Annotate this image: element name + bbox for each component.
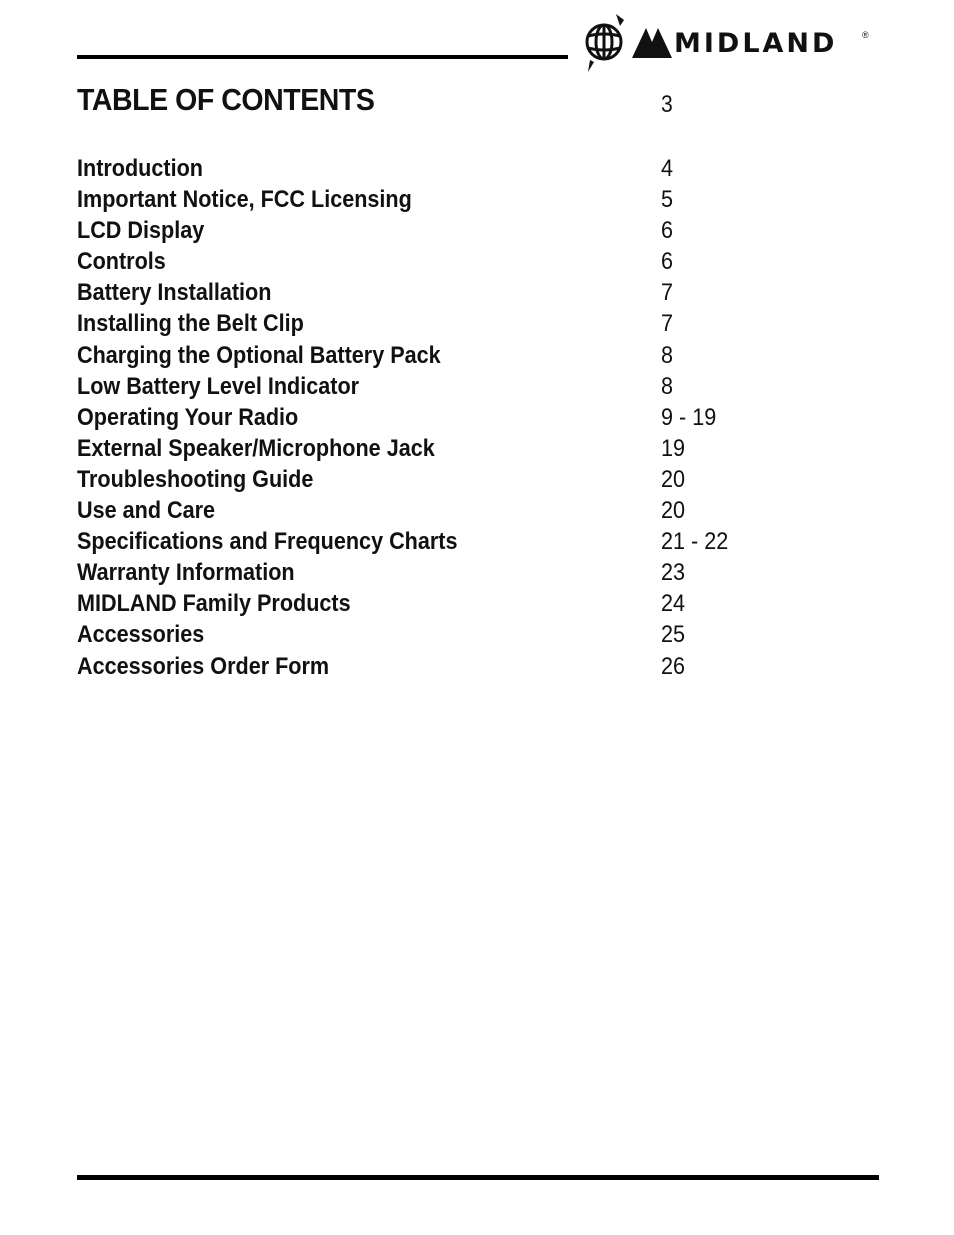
toc-entry-page: 24 xyxy=(661,590,686,618)
toc-entry-page: 21 - 22 xyxy=(661,528,729,556)
toc-entry-page: 6 xyxy=(661,217,674,245)
toc-entry-page: 5 xyxy=(661,186,674,214)
header-rule xyxy=(77,55,568,59)
toc-entry-label: Specifications and Frequency Charts xyxy=(77,528,458,556)
toc-entry[interactable]: Important Notice, FCC Licensing 5 xyxy=(77,184,877,215)
midland-logo: MIDLAND ® xyxy=(580,12,875,74)
toc-entry-label: Operating Your Radio xyxy=(77,403,299,431)
footer-rule xyxy=(77,1175,879,1180)
toc-entry-page: 8 xyxy=(661,341,674,369)
toc-entry-page: 7 xyxy=(661,310,674,338)
toc-entry-page: 26 xyxy=(661,652,686,680)
brand-name: MIDLAND xyxy=(674,28,838,59)
toc-entry[interactable]: Warranty Information 23 xyxy=(77,557,877,588)
toc-entry[interactable]: Operating Your Radio 9 - 19 xyxy=(77,402,877,433)
toc-entry[interactable]: Low Battery Level Indicator 8 xyxy=(77,371,877,402)
globe-icon xyxy=(585,14,624,72)
toc-entry-page: 25 xyxy=(661,621,686,649)
toc-title-row: TABLE OF CONTENTS 3 xyxy=(77,82,877,122)
toc-entry[interactable]: Controls 6 xyxy=(77,246,877,277)
toc-entry[interactable]: Installing the Belt Clip 7 xyxy=(77,308,877,339)
toc-entry-page: 8 xyxy=(661,372,674,400)
toc-entry-label: Warranty Information xyxy=(77,559,295,587)
toc-entry-page: 7 xyxy=(661,279,674,307)
toc-entry[interactable]: Use and Care 20 xyxy=(77,495,877,526)
toc-entry-page: 23 xyxy=(661,559,686,587)
toc-entry-label: Important Notice, FCC Licensing xyxy=(77,186,412,214)
toc-entry-page: 19 xyxy=(661,434,686,462)
toc-entry-label: Accessories Order Form xyxy=(77,652,330,680)
toc-entry[interactable]: External Speaker/Microphone Jack 19 xyxy=(77,433,877,464)
toc-entry-page: 20 xyxy=(661,465,686,493)
toc-entry-label: Low Battery Level Indicator xyxy=(77,372,360,400)
toc-entry[interactable]: Accessories Order Form 26 xyxy=(77,651,877,682)
toc-entry-label: Controls xyxy=(77,248,166,276)
toc-entry-page: 6 xyxy=(661,248,674,276)
registered-mark: ® xyxy=(862,30,869,40)
page-number: 3 xyxy=(661,91,673,118)
toc-entry-label: External Speaker/Microphone Jack xyxy=(77,434,435,462)
toc-entry[interactable]: Specifications and Frequency Charts 21 - … xyxy=(77,526,877,557)
page-title: TABLE OF CONTENTS xyxy=(77,82,375,117)
toc-entry-label: Battery Installation xyxy=(77,279,272,307)
toc-entry[interactable]: Accessories 25 xyxy=(77,619,877,650)
toc-entry-label: Accessories xyxy=(77,621,205,649)
toc-entry[interactable]: LCD Display 6 xyxy=(77,215,877,246)
toc-entry[interactable]: Charging the Optional Battery Pack 8 xyxy=(77,340,877,371)
toc-entry-label: Introduction xyxy=(77,155,203,182)
toc-entry-label: Troubleshooting Guide xyxy=(77,465,314,493)
toc-entry-label: LCD Display xyxy=(77,217,205,245)
toc-entry[interactable]: Introduction 4 xyxy=(77,153,877,184)
toc-entry-label: Use and Care xyxy=(77,497,216,525)
toc-entry-label: MIDLAND Family Products xyxy=(77,590,351,618)
logo-m-mark xyxy=(632,28,672,58)
toc-entry-page: 9 - 19 xyxy=(661,403,717,431)
toc-entry[interactable]: MIDLAND Family Products 24 xyxy=(77,588,877,619)
toc-entry[interactable]: Troubleshooting Guide 20 xyxy=(77,464,877,495)
toc-entry-label: Installing the Belt Clip xyxy=(77,310,304,338)
toc-list: Introduction 4 Important Notice, FCC Licen… xyxy=(77,153,877,682)
toc-entry[interactable]: Battery Installation 7 xyxy=(77,277,877,308)
toc-entry-label: Charging the Optional Battery Pack xyxy=(77,341,441,369)
toc-entry-page: 4 xyxy=(661,155,674,182)
toc-entry-page: 20 xyxy=(661,497,686,525)
